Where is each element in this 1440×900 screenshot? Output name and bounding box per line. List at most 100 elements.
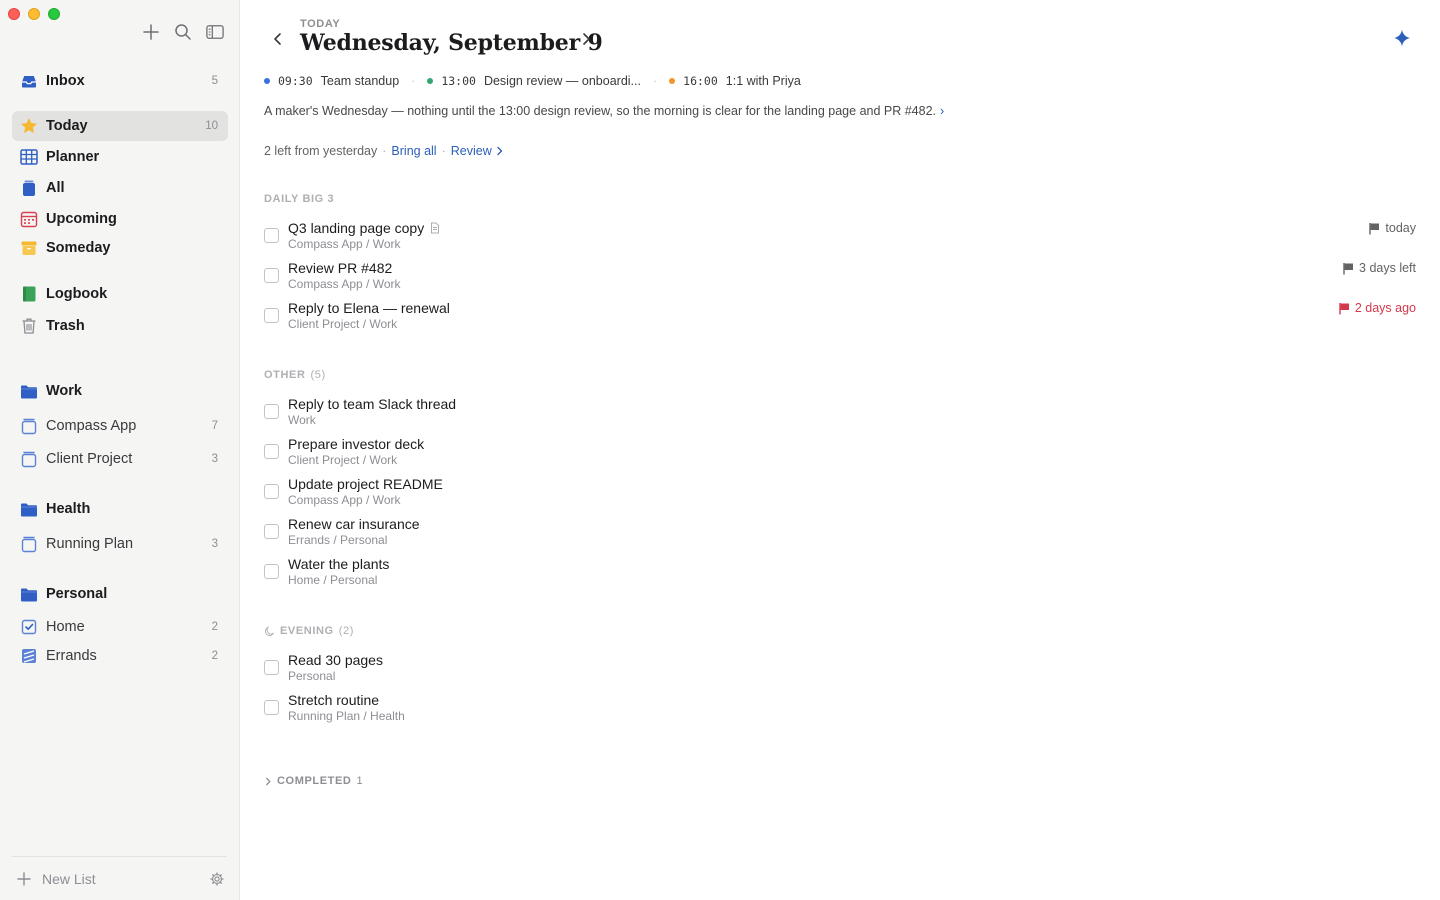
task-row[interactable]: Renew car insurance Errands / Personal (264, 516, 1416, 554)
sidebar-list-compass-app[interactable]: Compass App 7 (12, 411, 228, 441)
task-project: Home / Personal (288, 573, 378, 587)
task-row[interactable]: Stretch routine Running Plan / Health (264, 692, 1416, 730)
plus-icon (17, 871, 31, 886)
folder-icon (18, 380, 40, 402)
search-button[interactable] (173, 22, 193, 42)
task-row[interactable]: Update project README Compass App / Work (264, 476, 1416, 514)
event-time: 09:30 (278, 74, 313, 88)
task-checkbox[interactable] (264, 308, 279, 323)
list-label: Client Project (46, 451, 133, 467)
sidebar-list-errands[interactable]: Errands 2 (12, 641, 228, 671)
area-label: Health (46, 501, 91, 517)
task-project: Client Project / Work (288, 317, 398, 331)
task-checkbox[interactable] (264, 268, 279, 283)
list-label: Running Plan (46, 536, 134, 552)
list-label: Home (46, 619, 85, 635)
task-project: Personal (288, 669, 336, 683)
previous-day-button[interactable] (267, 28, 289, 50)
task-project: Errands / Personal (288, 533, 388, 547)
chevron-right-icon (583, 33, 590, 45)
sidebar-item-label: Logbook (46, 286, 108, 302)
flag-icon (1339, 302, 1349, 314)
sidebar-list-running-plan[interactable]: Running Plan 3 (12, 529, 228, 559)
deadline-text: 3 days left (1359, 261, 1416, 275)
review-button[interactable]: Review (451, 144, 505, 158)
sidebar-item-label: Inbox (46, 73, 85, 89)
bring-all-button[interactable]: Bring all (391, 144, 436, 158)
list-count: 3 (211, 538, 218, 550)
task-project: Client Project / Work (288, 453, 398, 467)
sidebar-item-upcoming[interactable]: Upcoming (12, 204, 228, 234)
event-time: 13:00 (441, 74, 476, 88)
chevron-left-icon (274, 33, 281, 45)
task-title: Renew car insurance (288, 516, 420, 532)
add-button[interactable] (141, 22, 161, 42)
task-checkbox[interactable] (264, 564, 279, 579)
sidebar-item-label: Upcoming (46, 211, 117, 227)
sidebar-list-home[interactable]: Home 2 (12, 612, 228, 642)
list-stack-icon (18, 448, 40, 470)
area-label: Work (46, 383, 82, 399)
task-row[interactable]: Reply to team Slack thread Work (264, 396, 1416, 434)
section-header-big3: DAILY BIG 3 (264, 193, 334, 205)
task-title: Water the plants (288, 556, 390, 572)
task-checkbox[interactable] (264, 524, 279, 539)
sidebar-toggle-icon (206, 25, 224, 39)
stack-icon (18, 177, 40, 199)
close-window-button[interactable] (8, 8, 20, 20)
calendar-icon (18, 208, 40, 230)
sidebar-item-today[interactable]: Today 10 (12, 111, 228, 141)
sidebar-area-health[interactable]: Health (12, 494, 228, 524)
sidebar-area-personal[interactable]: Personal (12, 579, 228, 609)
sidebar-item-logbook[interactable]: Logbook (12, 279, 228, 309)
gear-icon (210, 871, 224, 886)
completed-toggle[interactable]: COMPLETED 1 (264, 775, 363, 787)
sparkle-icon[interactable] (1392, 28, 1412, 48)
app-window: Inbox 5 Today 10 Planner All Upcoming So… (0, 0, 1440, 900)
inbox-icon (18, 70, 40, 92)
sidebar-area-work[interactable]: Work (12, 376, 228, 406)
sidebar-item-trash[interactable]: Trash (12, 311, 228, 341)
sidebar-item-planner[interactable]: Planner (12, 142, 228, 172)
summary-expand-link[interactable]: › (940, 104, 944, 118)
sidebar-list-client-project[interactable]: Client Project 3 (12, 444, 228, 474)
sidebar-item-all[interactable]: All (12, 173, 228, 203)
zoom-window-button[interactable] (48, 8, 60, 20)
sidebar-footer: New List (12, 856, 227, 900)
task-checkbox[interactable] (264, 404, 279, 419)
settings-button[interactable] (207, 869, 227, 889)
section-count: 1 (356, 775, 364, 787)
archive-box-icon (18, 237, 40, 259)
sidebar-item-someday[interactable]: Someday (12, 233, 228, 263)
task-row[interactable]: Read 30 pages Personal (264, 652, 1416, 690)
section-label: EVENING (280, 625, 334, 637)
star-icon (18, 115, 40, 137)
sidebar-item-label: Trash (46, 318, 85, 334)
next-day-button[interactable] (575, 28, 597, 50)
task-title: Prepare investor deck (288, 436, 425, 452)
calendar-events-strip: 09:30 Team standup · 13:00 Design review… (264, 74, 801, 88)
task-checkbox[interactable] (264, 444, 279, 459)
folder-icon (18, 583, 40, 605)
task-checkbox[interactable] (264, 484, 279, 499)
task-project: Running Plan / Health (288, 709, 405, 723)
sidebar-item-inbox[interactable]: Inbox 5 (12, 66, 228, 96)
calendar-event[interactable]: 16:00 1:1 with Priya (669, 74, 801, 88)
toggle-sidebar-button[interactable] (205, 22, 225, 42)
task-row[interactable]: Q3 landing page copy Compass App / Work … (264, 220, 1416, 258)
calendar-event[interactable]: 13:00 Design review — onboardi... (427, 74, 641, 88)
task-checkbox[interactable] (264, 660, 279, 675)
new-list-button[interactable]: New List (12, 871, 96, 887)
day-summary: A maker's Wednesday — nothing until the … (264, 104, 944, 118)
task-row[interactable]: Prepare investor deck Client Project / W… (264, 436, 1416, 474)
minimize-window-button[interactable] (28, 8, 40, 20)
task-row[interactable]: Water the plants Home / Personal (264, 556, 1416, 594)
task-deadline: today (1368, 221, 1416, 235)
task-checkbox[interactable] (264, 700, 279, 715)
task-row[interactable]: Reply to Elena — renewal Client Project … (264, 300, 1416, 338)
search-icon (175, 24, 191, 40)
calendar-event[interactable]: 09:30 Team standup (264, 74, 399, 88)
sidebar-item-label: Someday (46, 240, 111, 256)
task-checkbox[interactable] (264, 228, 279, 243)
task-row[interactable]: Review PR #482 Compass App / Work 3 days… (264, 260, 1416, 298)
